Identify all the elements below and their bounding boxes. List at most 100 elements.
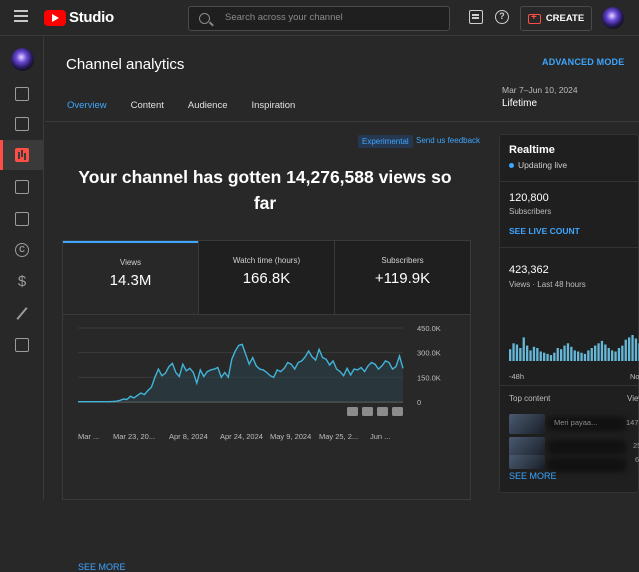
account-avatar[interactable] bbox=[602, 7, 624, 29]
feedback-icon[interactable] bbox=[469, 10, 483, 24]
realtime-bar bbox=[570, 346, 573, 361]
video-marker-icon bbox=[392, 407, 403, 416]
sidebar-item-content[interactable] bbox=[0, 109, 44, 139]
comments-icon bbox=[15, 180, 29, 194]
realtime-bar bbox=[600, 340, 604, 361]
date-range[interactable]: Mar 7–Jun 10, 2024 bbox=[502, 85, 578, 95]
page-title: Channel analytics bbox=[66, 56, 185, 73]
realtime-views-count: 423,362 bbox=[509, 264, 549, 276]
realtime-bar bbox=[590, 348, 593, 361]
create-label: CREATE bbox=[545, 13, 585, 24]
metric-value: +119.9K bbox=[374, 270, 431, 287]
realtime-card: Realtime Updating live 120,800 Subscribe… bbox=[499, 134, 639, 493]
realtime-bar bbox=[573, 350, 576, 361]
main-content: Channel analytics ADVANCED MODE Mar 7–Ju… bbox=[45, 37, 639, 572]
x-tick-label: May 25, 2... bbox=[319, 432, 358, 441]
video-views: 147,1 bbox=[626, 418, 639, 427]
top-content-item[interactable]: Meri payaa... 147,1 bbox=[509, 414, 639, 434]
views-chart-svg: 450.0K 300.0K 150.0K 0 Mar ... Mar 23, 20... A… bbox=[78, 324, 441, 441]
advanced-mode-button[interactable]: ADVANCED MODE bbox=[542, 57, 624, 67]
x-tick-label: May 9, 2024 bbox=[270, 432, 311, 441]
x-tick-label: Mar 23, 20... bbox=[113, 432, 155, 441]
realtime-bar bbox=[560, 349, 563, 361]
overview-card: Experimental Send us feedback Your chann… bbox=[45, 122, 492, 572]
realtime-bar bbox=[543, 352, 546, 361]
metric-subscribers[interactable]: Subscribers +119.9K bbox=[334, 241, 470, 314]
video-title: Meri payaa... bbox=[554, 418, 598, 427]
see-more-button[interactable]: SEE MORE bbox=[78, 562, 126, 572]
video-thumbnail bbox=[509, 437, 545, 457]
realtime-bar bbox=[597, 343, 600, 361]
divider bbox=[500, 181, 639, 182]
subscriber-count: 120,800 bbox=[509, 192, 549, 204]
divider bbox=[500, 247, 639, 248]
send-feedback-link[interactable]: Send us feedback bbox=[416, 136, 480, 145]
realtime-views-label: Views · Last 48 hours bbox=[509, 280, 586, 289]
realtime-bar bbox=[577, 351, 580, 361]
sidebar-item-subtitles[interactable] bbox=[0, 204, 44, 234]
studio-logo[interactable]: Studio bbox=[44, 9, 114, 26]
divider bbox=[500, 385, 639, 386]
channel-avatar[interactable] bbox=[11, 48, 34, 71]
realtime-bar bbox=[594, 345, 597, 361]
menu-icon[interactable] bbox=[14, 10, 28, 24]
sidebar-item-earn[interactable]: $ bbox=[0, 267, 44, 297]
metric-label: Subscribers bbox=[381, 256, 424, 265]
realtime-status: Updating live bbox=[509, 160, 567, 170]
x-tick-label: Apr 8, 2024 bbox=[169, 432, 208, 441]
video-thumbnail bbox=[509, 455, 545, 469]
sidebar-item-audio-library[interactable] bbox=[0, 330, 44, 360]
realtime-title: Realtime bbox=[509, 144, 555, 156]
search-bar[interactable] bbox=[188, 6, 450, 31]
subscriber-label: Subscribers bbox=[509, 207, 552, 216]
realtime-axis-start: -48h bbox=[509, 372, 525, 381]
analytics-icon bbox=[15, 148, 29, 162]
realtime-bar bbox=[515, 344, 519, 361]
realtime-bar bbox=[566, 343, 570, 361]
realtime-bar bbox=[583, 353, 587, 361]
metric-views[interactable]: Views 14.3M bbox=[63, 241, 198, 314]
top-content-views-label: View bbox=[627, 394, 639, 403]
subtitles-icon bbox=[15, 212, 29, 226]
date-range-name[interactable]: Lifetime bbox=[502, 98, 537, 109]
sidebar-item-customization[interactable] bbox=[0, 298, 44, 328]
realtime-status-text: Updating live bbox=[518, 160, 568, 170]
redacted-title bbox=[547, 458, 627, 472]
realtime-bar-chart bbox=[509, 335, 639, 361]
realtime-bar bbox=[532, 346, 536, 361]
sidebar-item-dashboard[interactable] bbox=[0, 79, 44, 109]
y-tick-label: 450.0K bbox=[417, 324, 441, 333]
search-input[interactable] bbox=[225, 12, 435, 23]
top-bar: Studio ? CREATE bbox=[0, 0, 639, 36]
sidebar-item-copyright[interactable]: C bbox=[0, 235, 44, 265]
dashboard-icon bbox=[15, 87, 29, 101]
dollar-icon: $ bbox=[17, 273, 27, 290]
experimental-badge: Experimental bbox=[358, 135, 413, 148]
realtime-bar bbox=[539, 351, 542, 361]
create-button[interactable]: CREATE bbox=[520, 6, 592, 31]
views-headline: Your channel has gotten 14,276,588 views… bbox=[78, 167, 452, 213]
redacted-title bbox=[547, 440, 627, 454]
realtime-bar bbox=[611, 350, 614, 361]
video-marker-icon bbox=[347, 407, 358, 416]
see-live-count-button[interactable]: SEE LIVE COUNT bbox=[509, 226, 580, 236]
top-content-item[interactable]: 25 bbox=[509, 437, 639, 457]
help-icon[interactable]: ? bbox=[495, 10, 509, 24]
search-icon bbox=[199, 13, 210, 24]
realtime-bar bbox=[587, 350, 590, 361]
video-thumbnail bbox=[509, 414, 545, 434]
metric-value: 166.8K bbox=[242, 270, 291, 287]
realtime-bar bbox=[614, 351, 617, 361]
realtime-see-more-button[interactable]: SEE MORE bbox=[509, 471, 557, 481]
realtime-bar bbox=[621, 345, 624, 361]
y-tick-label: 0 bbox=[417, 398, 421, 407]
realtime-bar bbox=[607, 348, 610, 361]
video-marker-icon bbox=[362, 407, 373, 416]
sidebar-item-comments[interactable] bbox=[0, 172, 44, 202]
top-content-label: Top content bbox=[509, 394, 551, 403]
sidebar-item-analytics[interactable] bbox=[0, 140, 44, 170]
metric-watch-time[interactable]: Watch time (hours) 166.8K bbox=[198, 241, 334, 314]
create-video-icon bbox=[527, 12, 541, 24]
x-tick-label: Apr 24, 2024 bbox=[220, 432, 263, 441]
realtime-bar bbox=[628, 337, 631, 361]
